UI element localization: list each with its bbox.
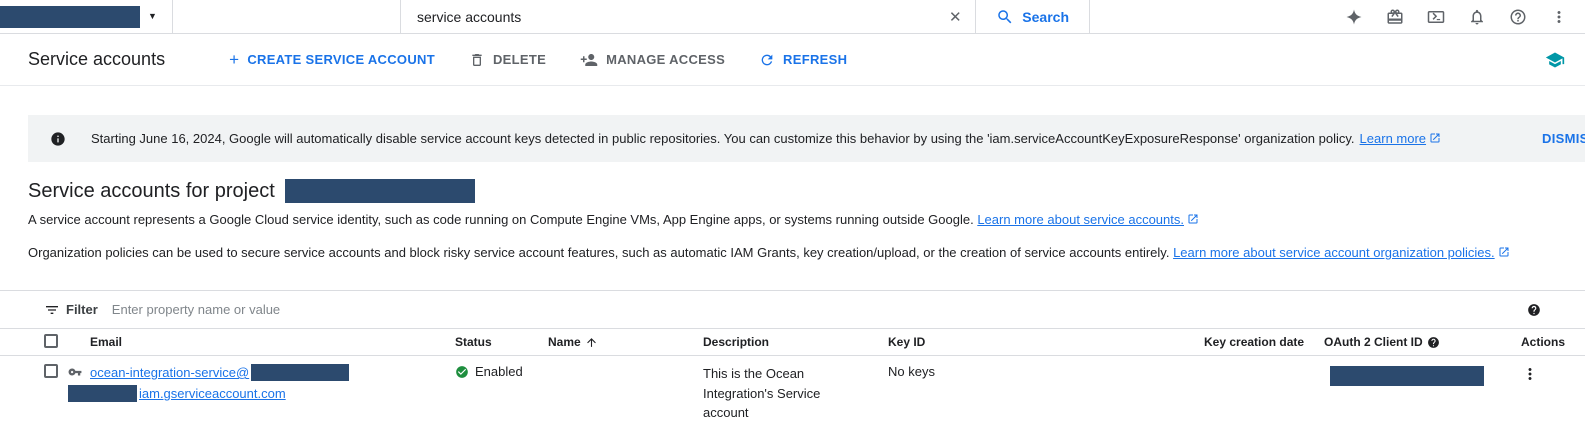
status-enabled-icon <box>455 365 469 379</box>
banner-message: Starting June 16, 2024, Google will auto… <box>91 131 1355 146</box>
column-header-actions: Actions <box>1521 329 1565 355</box>
column-header-oauth-client-id: OAuth 2 Client ID <box>1324 329 1440 355</box>
topbar-icons <box>1333 0 1579 33</box>
section-heading-text: Service accounts for project <box>28 180 275 203</box>
search-input[interactable] <box>401 0 935 33</box>
create-service-account-button[interactable]: + CREATE SERVICE ACCOUNT <box>229 51 435 68</box>
external-link-icon <box>1187 213 1199 225</box>
column-header-key-creation-date: Key creation date <box>1204 329 1304 355</box>
banner-learn-more-label: Learn more <box>1360 131 1426 146</box>
filter-help-button[interactable] <box>1527 303 1541 317</box>
close-icon: ✕ <box>949 9 962 26</box>
help-button[interactable] <box>1497 0 1538 33</box>
column-header-email: Email <box>90 329 122 355</box>
filter-help-icon <box>1527 303 1541 317</box>
org-policy-paragraph: Organization policies can be used to sec… <box>28 245 1510 260</box>
learn-panel-icon <box>1545 50 1565 70</box>
service-accounts-table: Filter Email Status Name Description Key… <box>0 290 1585 431</box>
refresh-icon <box>759 52 775 68</box>
learn-panel-button[interactable] <box>1541 46 1569 74</box>
banner-learn-more-link[interactable]: Learn more <box>1360 131 1441 146</box>
description-cell: This is the Ocean Integration's Service … <box>703 364 837 423</box>
page-toolbar: Service accounts + CREATE SERVICE ACCOUN… <box>0 34 1585 86</box>
key-id-cell: No keys <box>888 364 935 379</box>
gemini-sparkle-icon <box>1345 8 1363 26</box>
topbar: ▼ ✕ Search <box>0 0 1585 34</box>
dismiss-button[interactable]: DISMISS <box>1532 115 1585 162</box>
filter-bar: Filter <box>0 290 1585 328</box>
section-heading: Service accounts for project <box>28 179 475 203</box>
refresh-button[interactable]: REFRESH <box>759 52 847 68</box>
column-header-key-id: Key ID <box>888 329 925 355</box>
search-button[interactable]: Search <box>976 0 1089 33</box>
help-icon <box>1509 8 1527 26</box>
email-domain-redaction <box>68 385 137 402</box>
manage-access-icon <box>580 51 598 69</box>
status-text: Enabled <box>475 364 523 379</box>
gift-icon <box>1386 8 1404 26</box>
service-account-domain-link[interactable]: iam.gserviceaccount.com <box>139 384 286 403</box>
gemini-button[interactable] <box>1333 0 1374 33</box>
learn-more-service-accounts-label: Learn more about service accounts. <box>977 212 1184 227</box>
page-title: Service accounts <box>28 49 165 70</box>
cloud-shell-button[interactable] <box>1415 0 1456 33</box>
search-bar: ✕ Search <box>400 0 1090 33</box>
oauth-client-id-redaction <box>1330 366 1484 386</box>
caret-down-icon: ▼ <box>148 12 157 21</box>
external-link-icon <box>1498 246 1510 258</box>
delete-label: DELETE <box>493 52 546 67</box>
intro-text: A service account represents a Google Cl… <box>28 212 974 227</box>
project-selector[interactable]: ▼ <box>0 0 173 33</box>
row-actions-button[interactable] <box>1516 360 1544 388</box>
sort-ascending-icon <box>585 336 598 349</box>
service-account-email-link[interactable]: ocean-integration-service@ <box>90 363 249 382</box>
delete-button[interactable]: DELETE <box>469 52 546 68</box>
filter-label[interactable]: Filter <box>66 302 98 317</box>
org-policy-text: Organization policies can be used to sec… <box>28 245 1169 260</box>
table-header-row: Email Status Name Description Key ID Key… <box>0 328 1585 356</box>
service-account-key-icon <box>68 365 82 379</box>
filter-input[interactable] <box>112 302 1515 317</box>
delete-icon <box>469 52 485 68</box>
search-icon <box>996 8 1014 26</box>
filter-icon <box>44 302 60 318</box>
row-checkbox[interactable] <box>44 364 58 378</box>
info-icon <box>50 131 66 147</box>
learn-more-service-accounts-link[interactable]: Learn more about service accounts. <box>977 212 1199 227</box>
create-service-account-label: CREATE SERVICE ACCOUNT <box>247 52 435 67</box>
manage-access-label: MANAGE ACCESS <box>606 52 725 67</box>
column-header-description: Description <box>703 329 769 355</box>
manage-access-button[interactable]: MANAGE ACCESS <box>580 51 725 69</box>
refresh-label: REFRESH <box>783 52 847 67</box>
notifications-button[interactable] <box>1456 0 1497 33</box>
search-button-label: Search <box>1022 9 1069 25</box>
notifications-bell-icon <box>1468 8 1486 26</box>
intro-paragraph: A service account represents a Google Cl… <box>28 212 1199 227</box>
select-all-checkbox[interactable] <box>44 334 58 348</box>
table-row: ocean-integration-service@ iam.gservicea… <box>0 356 1585 431</box>
learn-more-org-policies-link[interactable]: Learn more about service account organiz… <box>1173 245 1510 260</box>
account-menu-button[interactable] <box>1538 0 1579 33</box>
project-name-redaction-heading <box>285 179 475 203</box>
learn-more-org-policies-label: Learn more about service account organiz… <box>1173 245 1495 260</box>
project-name-redaction <box>0 6 140 28</box>
free-trial-button[interactable] <box>1374 0 1415 33</box>
column-header-status: Status <box>455 329 492 355</box>
status-cell: Enabled <box>455 364 523 379</box>
cloud-shell-icon <box>1427 8 1445 26</box>
external-link-icon <box>1429 132 1441 144</box>
email-cell: ocean-integration-service@ iam.gservicea… <box>68 363 349 403</box>
clear-search-button[interactable]: ✕ <box>935 0 975 33</box>
info-banner: Starting June 16, 2024, Google will auto… <box>28 115 1585 162</box>
more-vert-icon <box>1521 365 1539 383</box>
email-domain-redaction <box>251 364 349 381</box>
oauth-help-icon[interactable] <box>1427 336 1440 349</box>
more-vert-icon <box>1550 8 1568 26</box>
column-header-name[interactable]: Name <box>548 329 598 355</box>
plus-icon: + <box>229 51 239 68</box>
